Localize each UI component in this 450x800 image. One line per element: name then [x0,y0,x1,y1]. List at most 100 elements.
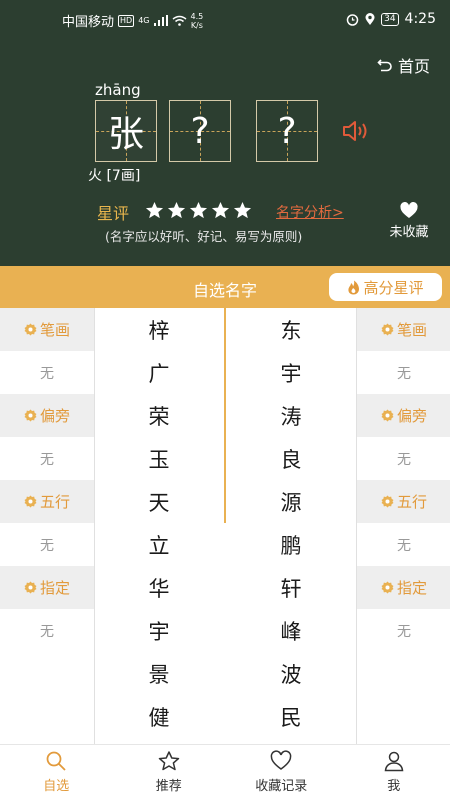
name-option[interactable]: 波 [226,652,356,695]
nav-tab-me[interactable]: 我 [338,745,450,800]
name-board: 首页 zhāng 张 ? ? 火 [7画] 星评 名字分析> (名字应以好听、好… [0,38,450,266]
filter-specify-left[interactable]: 指定 [0,566,94,609]
gear-icon [24,323,37,336]
star-icon [211,201,230,219]
name-option[interactable]: 华 [94,566,224,609]
filter-radical-left[interactable]: 偏旁 [0,394,94,437]
filter-strokes-left-value[interactable]: 无 [0,351,94,394]
status-bar: 中国移动 HD 4G 4.5 K/s 34 4:25 [0,0,450,38]
filter-strokes-right[interactable]: 笔画 [357,308,450,351]
name-option[interactable]: 荣 [94,394,224,437]
return-icon [377,59,392,72]
star-icon [167,201,186,219]
net-speed-unit: K/s [190,20,203,30]
filter-label-text: 五行 [39,493,70,511]
speaker-icon[interactable] [342,119,372,143]
filter-strokes-right-value[interactable]: 无 [357,351,450,394]
rating-label: 星评 [97,204,130,223]
wifi-icon [172,15,186,26]
nav-label: 推荐 [155,779,182,794]
name-option[interactable]: 宇 [226,351,356,394]
star-icon [189,201,208,219]
filter-label-text: 偏旁 [39,407,70,425]
filter-element-right-value[interactable]: 无 [357,523,450,566]
filter-strokes-left[interactable]: 笔画 [0,308,94,351]
nav-tab-custom[interactable]: 自选 [0,745,113,800]
given-name-list-right: 东 宇 涛 良 源 鹏 轩 峰 波 民 [226,308,356,738]
given-char-box-1[interactable]: ? [169,100,231,162]
name-option[interactable]: 民 [226,695,356,738]
nav-label: 我 [387,779,401,794]
filter-element-right[interactable]: 五行 [357,480,450,523]
gear-icon [381,323,394,336]
name-option[interactable]: 峰 [226,609,356,652]
battery-icon: 34 [381,12,399,26]
filter-specify-right[interactable]: 指定 [357,566,450,609]
net-speed: 4.5 K/s [191,12,204,30]
gear-icon [24,495,37,508]
filter-specify-right-value[interactable]: 无 [357,609,450,652]
given-char-1: ? [190,110,210,152]
name-option[interactable]: 健 [94,695,224,738]
nav-tab-favorites[interactable]: 收藏记录 [225,745,338,800]
name-option[interactable]: 源 [226,480,356,523]
name-option[interactable]: 涛 [226,394,356,437]
filter-radical-right-value[interactable]: 无 [357,437,450,480]
name-selection-grid: 笔画 无 偏旁 无 五行 无 指定 无 梓 广 荣 玉 天 立 华 宇 景 健 … [0,308,450,744]
filter-column-left: 笔画 无 偏旁 无 五行 无 指定 无 [0,308,94,652]
given-char-2: ? [277,110,297,152]
gear-icon [381,581,394,594]
name-option[interactable]: 鹏 [226,523,356,566]
name-analysis-link[interactable]: 名字分析> [276,202,344,222]
filter-element-left[interactable]: 五行 [0,480,94,523]
rating-stars [145,201,252,220]
home-label: 首页 [397,57,430,76]
surname-element-info: 火 [7画] [88,168,141,184]
given-name-list-left: 梓 广 荣 玉 天 立 华 宇 景 健 [94,308,224,738]
filter-column-right: 笔画 无 偏旁 无 五行 无 指定 无 [357,308,450,652]
net-speed-value: 4.5 [190,11,204,21]
name-option[interactable]: 立 [94,523,224,566]
heart-icon [400,202,418,218]
high-score-button[interactable]: 高分星评 [329,273,442,301]
name-option[interactable]: 宇 [94,609,224,652]
name-option[interactable]: 轩 [226,566,356,609]
filter-label-text: 指定 [396,579,427,597]
section-bar: 自选名字 高分星评 [0,266,450,308]
filter-radical-left-value[interactable]: 无 [0,437,94,480]
name-option[interactable]: 东 [226,308,356,351]
name-option[interactable]: 玉 [94,437,224,480]
filter-element-left-value[interactable]: 无 [0,523,94,566]
network-type: 4G [138,16,150,25]
filter-radical-right[interactable]: 偏旁 [357,394,450,437]
location-icon [365,12,375,25]
name-option[interactable]: 景 [94,652,224,695]
surname-pinyin: zhāng [95,81,141,99]
surname-char-box: 张 [95,100,157,162]
gear-icon [381,409,394,422]
heart-icon [270,750,292,770]
favorite-label: 未收藏 [389,225,429,240]
gear-icon [24,409,37,422]
status-right: 34 4:25 [346,11,436,27]
filter-specify-left-value[interactable]: 无 [0,609,94,652]
name-option[interactable]: 梓 [94,308,224,351]
favorite-button[interactable]: 未收藏 [385,202,433,240]
surname-char: 张 [107,114,144,155]
name-option[interactable]: 广 [94,351,224,394]
name-option[interactable]: 良 [226,437,356,480]
user-icon [384,751,404,772]
home-button[interactable]: 首页 [377,53,430,77]
gear-icon [24,581,37,594]
naming-principle: (名字应以好听、好记、易写为原则) [105,229,303,244]
filter-label-text: 笔画 [396,321,427,339]
clock: 4:25 [404,11,436,27]
search-icon [46,751,66,771]
nav-tab-recommend[interactable]: 推荐 [113,745,226,800]
given-char-box-2[interactable]: ? [256,100,318,162]
alarm-icon [346,13,359,26]
name-option[interactable]: 天 [94,480,224,523]
nav-label: 自选 [43,779,70,794]
filter-label-text: 笔画 [39,321,70,339]
star-icon [158,751,179,771]
